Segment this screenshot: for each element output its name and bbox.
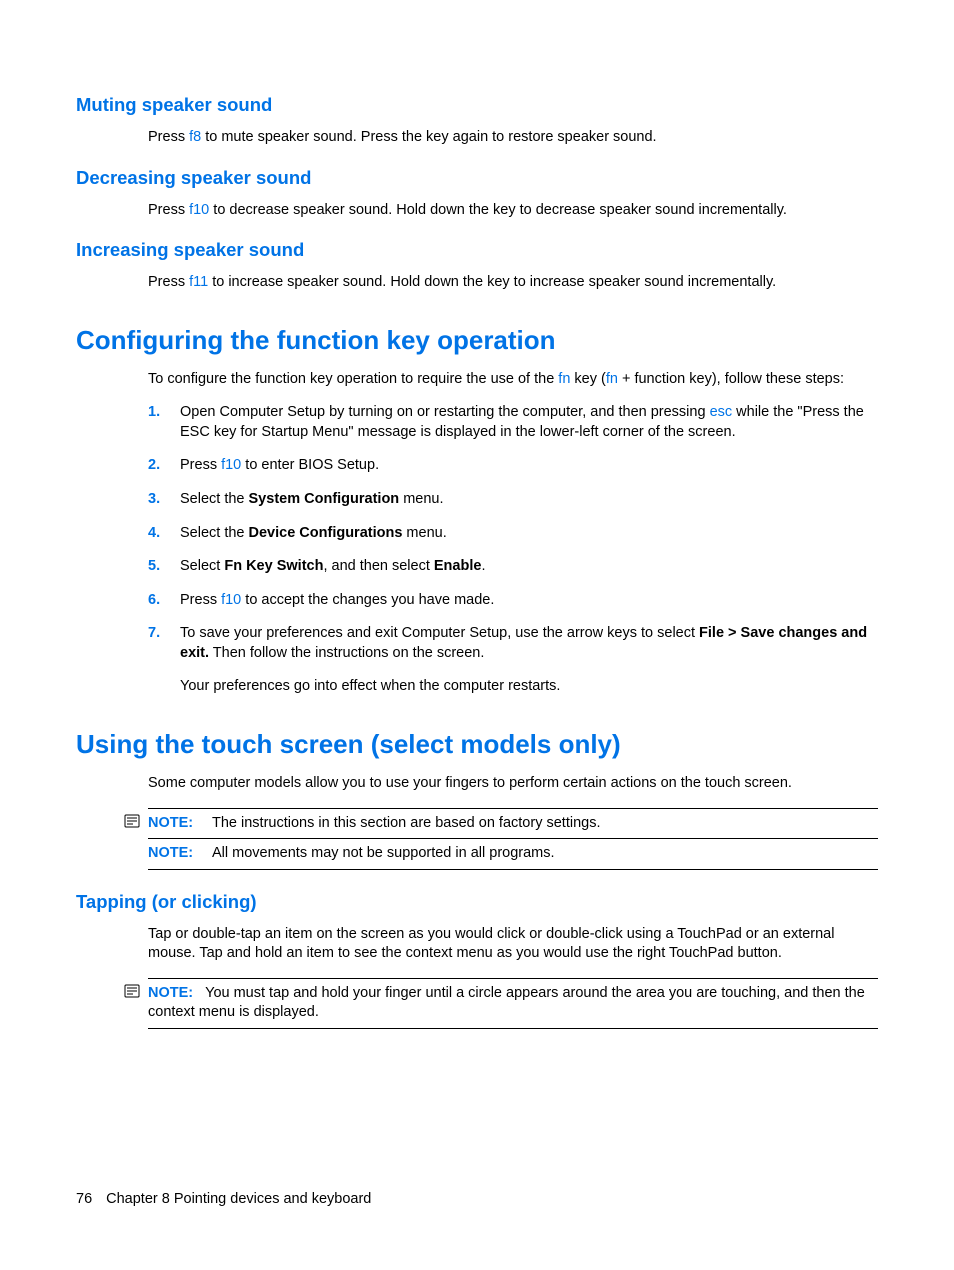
step-3: 3. Select the System Configuration menu. (148, 490, 878, 510)
step-number: 7. (148, 624, 180, 663)
page-number: 76 (76, 1191, 92, 1207)
tapping-paragraph: Tap or double-tap an item on the screen … (148, 925, 878, 964)
text: Press (148, 129, 189, 145)
heading-muting: Muting speaker sound (76, 93, 878, 118)
step-2: 2. Press f10 to enter BIOS Setup. (148, 456, 878, 476)
note-icon (124, 814, 140, 828)
touchscreen-intro: Some computer models allow you to use yo… (148, 774, 878, 794)
note-row: NOTE: The instructions in this section a… (148, 808, 878, 840)
text: menu. (399, 491, 443, 507)
step-5: 5. Select Fn Key Switch, and then select… (148, 557, 878, 577)
step-number: 3. (148, 490, 180, 510)
text: Select (180, 558, 224, 574)
text: Open Computer Setup by turning on or res… (180, 404, 710, 420)
heading-tapping: Tapping (or clicking) (76, 890, 878, 915)
bold-text: Fn Key Switch (224, 558, 323, 574)
muting-paragraph: Press f8 to mute speaker sound. Press th… (148, 128, 878, 148)
text: + function key), follow these steps: (618, 371, 844, 387)
text: To save your preferences and exit Comput… (180, 625, 699, 641)
step-body: Select the System Configuration menu. (180, 490, 878, 510)
step-body: Select Fn Key Switch, and then select En… (180, 557, 878, 577)
text: Press (148, 202, 189, 218)
step-number: 4. (148, 524, 180, 544)
text: menu. (402, 525, 446, 541)
note-text: All movements may not be supported in al… (212, 844, 878, 864)
heading-increasing: Increasing speaker sound (76, 238, 878, 263)
bold-text: Enable (434, 558, 482, 574)
step-body: Select the Device Configurations menu. (180, 524, 878, 544)
note-label: NOTE: (148, 985, 193, 1001)
step-body: Open Computer Setup by turning on or res… (180, 403, 878, 442)
text: to decrease speaker sound. Hold down the… (209, 202, 787, 218)
text: Press (180, 592, 221, 608)
heading-configuring: Configuring the function key operation (76, 323, 878, 358)
key-fn: fn (558, 371, 570, 387)
heading-decreasing: Decreasing speaker sound (76, 166, 878, 191)
text: key ( (570, 371, 605, 387)
bold-text: System Configuration (249, 491, 400, 507)
key-f11: f11 (189, 274, 208, 290)
key-f10: f10 (221, 592, 241, 608)
step-4: 4. Select the Device Configurations menu… (148, 524, 878, 544)
step-body: Press f10 to accept the changes you have… (180, 591, 878, 611)
key-f10: f10 (189, 202, 209, 218)
heading-touchscreen: Using the touch screen (select models on… (76, 727, 878, 762)
text: To configure the function key operation … (148, 371, 558, 387)
text: Press (180, 457, 221, 473)
configuring-intro: To configure the function key operation … (148, 370, 878, 390)
note-row: NOTE: All movements may not be supported… (148, 839, 878, 870)
note-text: You must tap and hold your finger until … (148, 985, 865, 1021)
key-esc: esc (710, 404, 733, 420)
note-block: NOTE: The instructions in this section a… (124, 808, 878, 870)
configuring-outro: Your preferences go into effect when the… (180, 677, 878, 697)
note-label: NOTE: (148, 814, 200, 834)
text: Press (148, 274, 189, 290)
step-number: 2. (148, 456, 180, 476)
bold-text: Device Configurations (249, 525, 403, 541)
key-f8: f8 (189, 129, 201, 145)
text: , and then select (323, 558, 433, 574)
note-icon (124, 984, 140, 998)
step-1: 1. Open Computer Setup by turning on or … (148, 403, 878, 442)
note-text: The instructions in this section are bas… (212, 814, 878, 834)
text: . (481, 558, 485, 574)
page-footer: 76 Chapter 8 Pointing devices and keyboar… (76, 1190, 371, 1210)
increasing-paragraph: Press f11 to increase speaker sound. Hol… (148, 273, 878, 293)
note-block: NOTE:You must tap and hold your finger u… (124, 978, 878, 1029)
step-body: To save your preferences and exit Comput… (180, 624, 878, 663)
step-6: 6. Press f10 to accept the changes you h… (148, 591, 878, 611)
text: to mute speaker sound. Press the key aga… (201, 129, 656, 145)
text: to increase speaker sound. Hold down the… (208, 274, 776, 290)
configuring-steps: 1. Open Computer Setup by turning on or … (148, 403, 878, 663)
text: to accept the changes you have made. (241, 592, 494, 608)
note-row: NOTE:You must tap and hold your finger u… (148, 978, 878, 1029)
text: Then follow the instructions on the scre… (209, 645, 484, 661)
step-number: 6. (148, 591, 180, 611)
text: to enter BIOS Setup. (241, 457, 379, 473)
step-body: Press f10 to enter BIOS Setup. (180, 456, 878, 476)
step-7: 7. To save your preferences and exit Com… (148, 624, 878, 663)
step-number: 1. (148, 403, 180, 442)
key-f10: f10 (221, 457, 241, 473)
step-number: 5. (148, 557, 180, 577)
text: Select the (180, 491, 249, 507)
chapter-title: Chapter 8 Pointing devices and keyboard (106, 1191, 371, 1207)
decreasing-paragraph: Press f10 to decrease speaker sound. Hol… (148, 201, 878, 221)
note-label: NOTE: (148, 844, 200, 864)
text: Select the (180, 525, 249, 541)
key-fn: fn (606, 371, 618, 387)
